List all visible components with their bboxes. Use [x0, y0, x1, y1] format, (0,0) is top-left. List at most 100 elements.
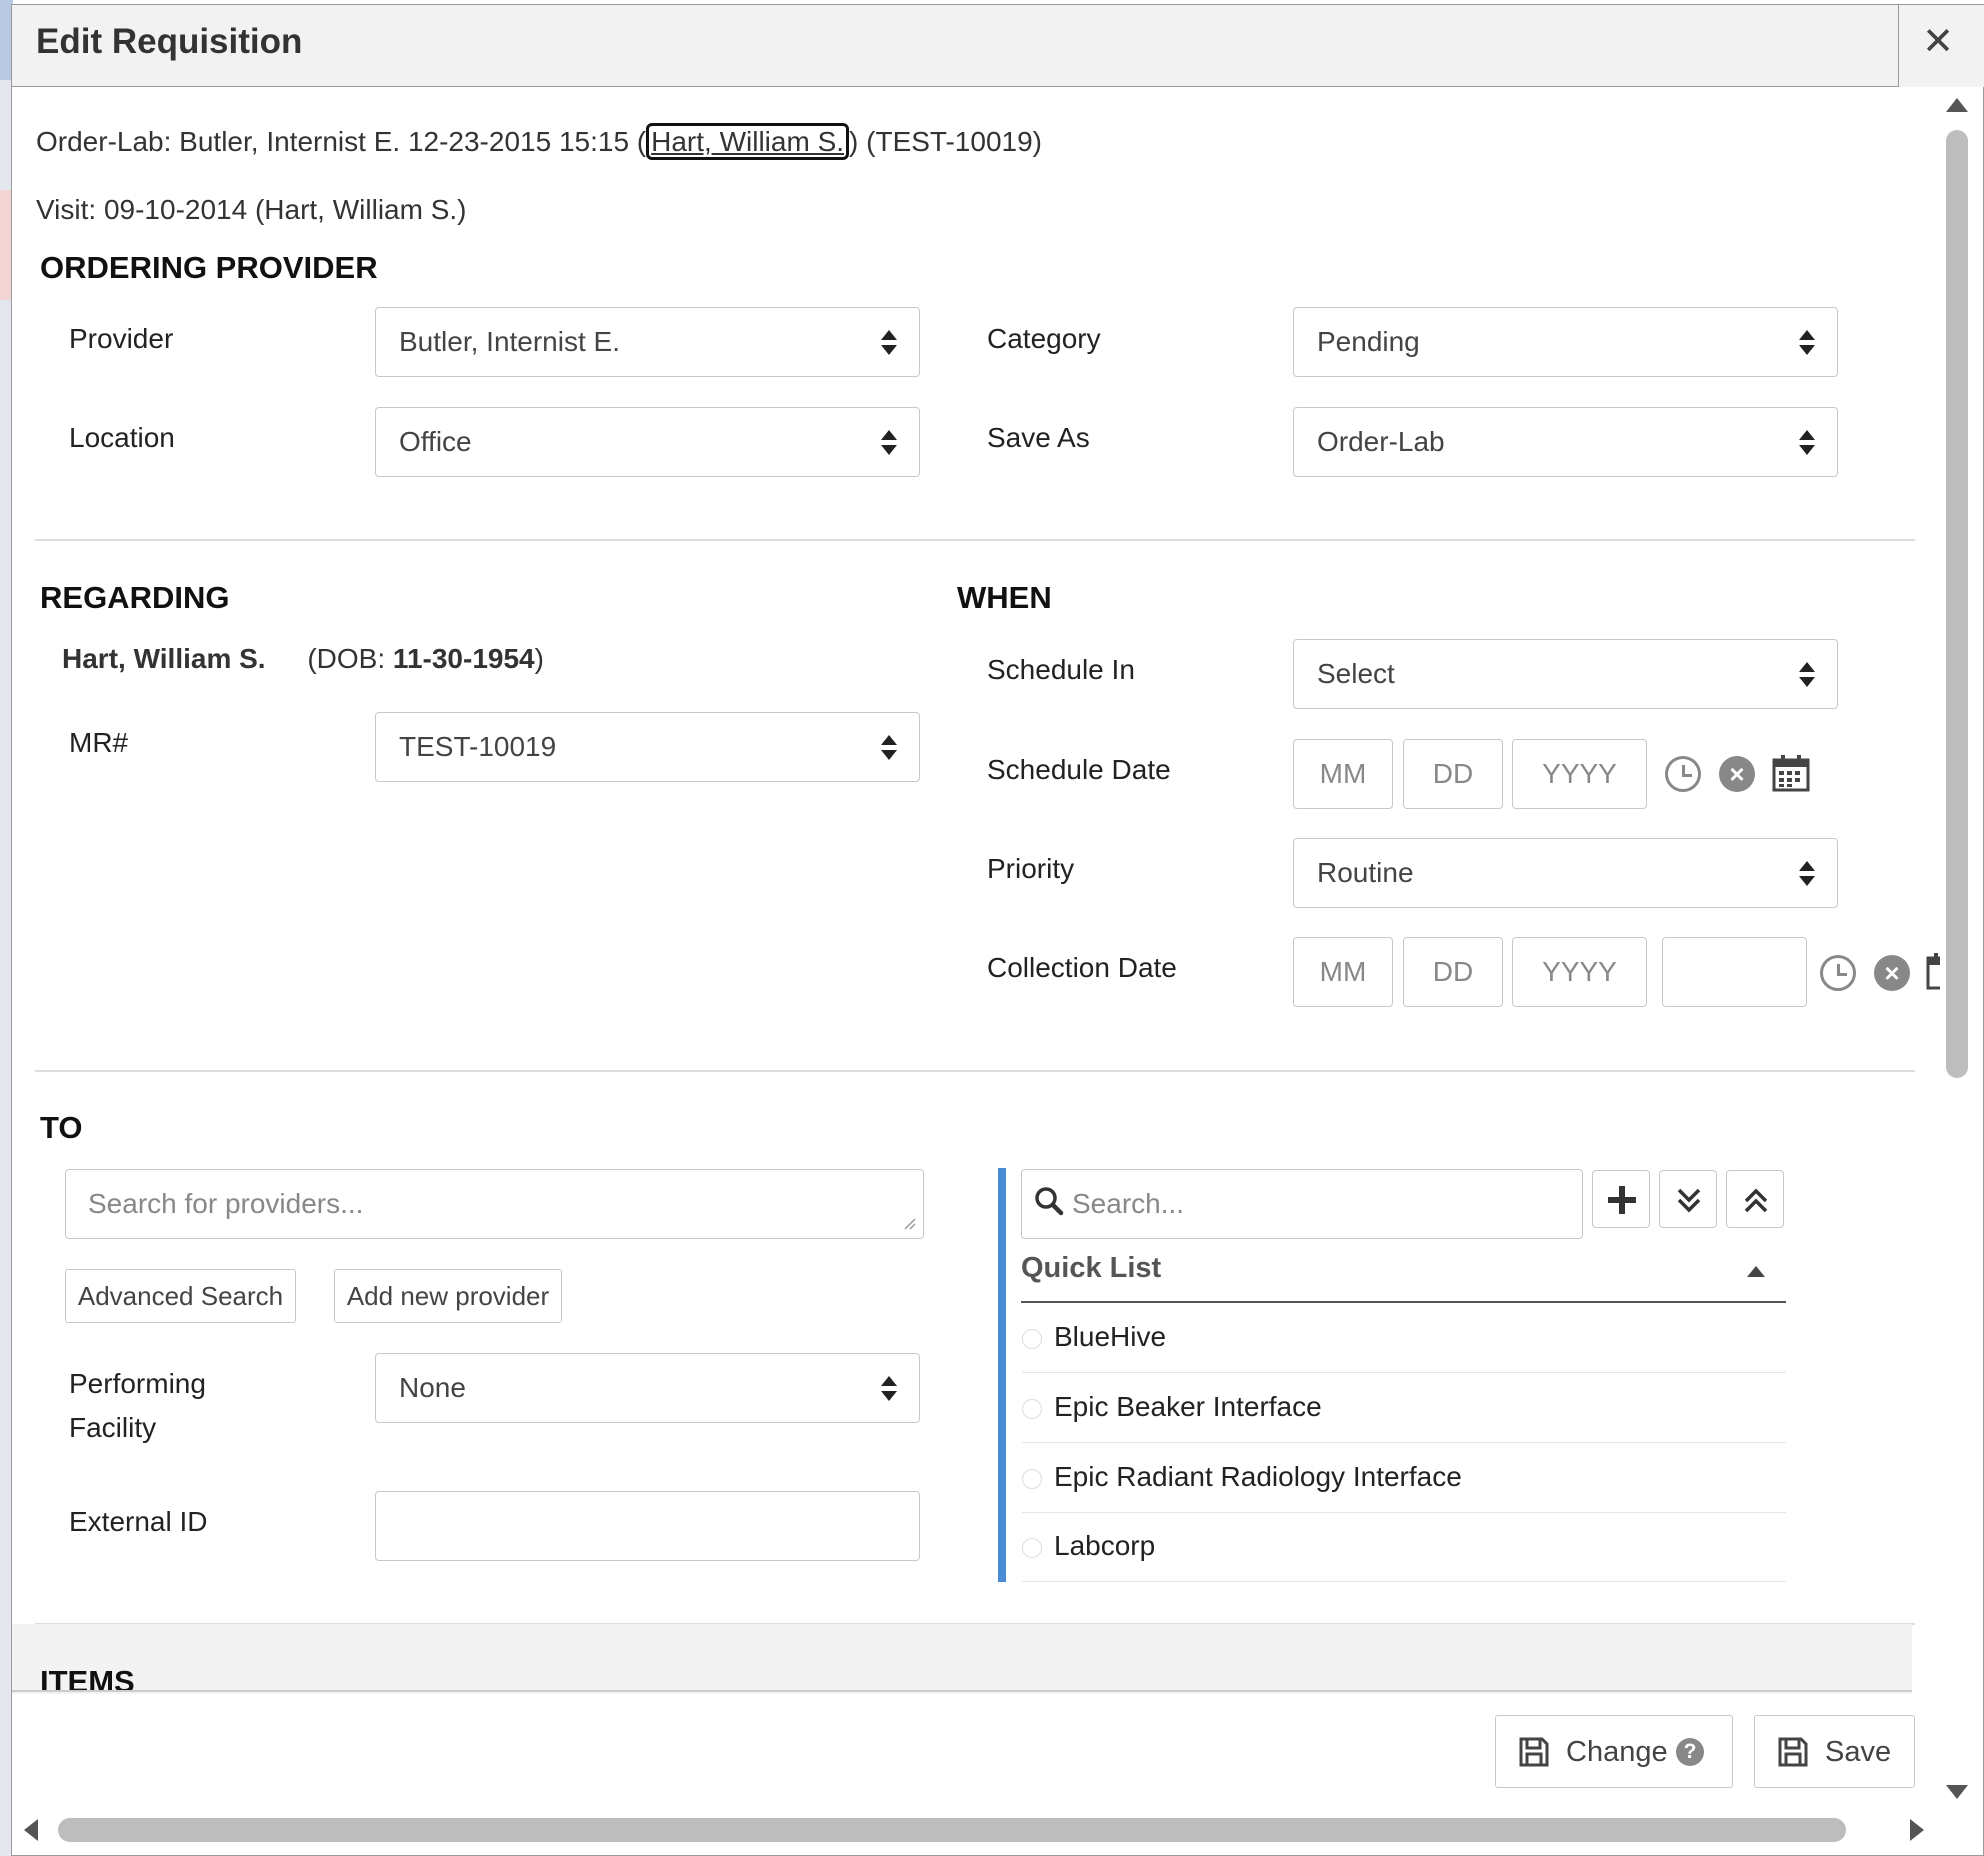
scroll-right-arrow-icon[interactable]	[1910, 1819, 1924, 1841]
dialog-title: Edit Requisition	[36, 22, 303, 61]
clock-icon[interactable]	[1665, 756, 1701, 792]
list-item-label: Labcorp	[1054, 1530, 1156, 1561]
collapse-all-button[interactable]	[1726, 1170, 1784, 1228]
scroll-down-arrow-icon[interactable]	[1946, 1785, 1968, 1799]
visit-line: Visit: 09-10-2014 (Hart, William S.)	[36, 194, 467, 225]
schedule-date-label: Schedule Date	[987, 754, 1171, 785]
collection-date-year-input[interactable]: YYYY	[1512, 937, 1647, 1007]
list-item[interactable]: BlueHive	[1022, 1303, 1786, 1373]
radio-icon[interactable]	[1022, 1538, 1042, 1558]
horizontal-scrollbar-thumb[interactable]	[58, 1818, 1846, 1842]
external-id-input[interactable]	[375, 1491, 920, 1561]
list-item-label: Epic Radiant Radiology Interface	[1054, 1461, 1462, 1492]
scroll-up-arrow-icon[interactable]	[1946, 98, 1968, 112]
location-select-value: Office	[399, 426, 472, 457]
double-chevron-down-icon	[1677, 1188, 1701, 1213]
radio-icon[interactable]	[1022, 1469, 1042, 1489]
advanced-search-button[interactable]: Advanced Search	[65, 1269, 296, 1323]
list-item[interactable]: Labcorp	[1022, 1512, 1786, 1582]
clock-icon[interactable]	[1820, 955, 1856, 991]
floppy-disk-icon	[1519, 1737, 1549, 1767]
to-heading: TO	[40, 1110, 83, 1145]
select-arrows-icon	[1799, 330, 1815, 356]
patient-dob: 11-30-1954	[392, 643, 535, 674]
patient-info: Hart, William S. (DOB: 11-30-1954)	[62, 643, 544, 675]
dob-suffix: )	[534, 643, 544, 674]
section-divider	[35, 539, 1915, 541]
select-arrows-icon	[881, 430, 897, 456]
order-summary-suffix: ) (TEST-10019)	[849, 126, 1042, 157]
schedule-in-label: Schedule In	[987, 654, 1135, 685]
close-icon[interactable]: ✕	[1918, 22, 1958, 62]
collection-time-input[interactable]	[1662, 937, 1807, 1007]
section-divider	[35, 1070, 1915, 1072]
patient-name: Hart, William S.	[62, 643, 266, 674]
collection-date-day-input[interactable]: DD	[1403, 937, 1503, 1007]
list-item-label: Epic Beaker Interface	[1054, 1391, 1322, 1422]
radio-icon[interactable]	[1022, 1329, 1042, 1349]
mr-select-value: TEST-10019	[399, 731, 557, 762]
collection-date-label: Collection Date	[987, 952, 1177, 983]
collapse-caret-icon[interactable]	[1747, 1266, 1765, 1277]
priority-select[interactable]: Routine	[1293, 838, 1838, 908]
search-icon	[1035, 1187, 1064, 1216]
double-chevron-up-icon	[1744, 1188, 1768, 1213]
scroll-left-arrow-icon[interactable]	[24, 1819, 38, 1841]
dob-prefix: (DOB:	[307, 643, 393, 674]
category-select[interactable]: Pending	[1293, 307, 1838, 377]
provider-search-input[interactable]: Search for providers...	[65, 1169, 924, 1239]
save-button[interactable]: Save	[1754, 1715, 1915, 1788]
items-heading: ITEMS	[40, 1664, 135, 1691]
items-heading-clip: ITEMS	[12, 1624, 1912, 1691]
vertical-scrollbar-thumb[interactable]	[1946, 130, 1968, 1078]
change-button[interactable]: Change ?	[1495, 1715, 1733, 1788]
expand-all-button[interactable]	[1659, 1170, 1717, 1228]
clear-icon[interactable]: ×	[1874, 955, 1910, 991]
performing-facility-select[interactable]: None	[375, 1353, 920, 1423]
save-as-label: Save As	[987, 422, 1090, 453]
schedule-in-select[interactable]: Select	[1293, 639, 1838, 709]
select-arrows-icon	[881, 735, 897, 761]
calendar-icon[interactable]	[1926, 952, 1940, 990]
resize-handle-icon[interactable]	[904, 1218, 916, 1230]
quick-list-title: Quick List	[1021, 1252, 1162, 1284]
select-arrows-icon	[1799, 430, 1815, 456]
radio-icon[interactable]	[1022, 1399, 1042, 1419]
help-icon[interactable]: ?	[1676, 1738, 1704, 1766]
when-heading: WHEN	[957, 580, 1052, 615]
clear-icon[interactable]: ×	[1719, 756, 1755, 792]
save-button-label: Save	[1825, 1736, 1892, 1768]
category-select-value: Pending	[1317, 326, 1420, 357]
list-item[interactable]: Epic Beaker Interface	[1022, 1373, 1786, 1443]
list-item[interactable]: Epic Radiant Radiology Interface	[1022, 1443, 1786, 1513]
patient-link[interactable]: Hart, William S.	[646, 123, 850, 160]
select-arrows-icon	[881, 330, 897, 356]
schedule-date-year-input[interactable]: YYYY	[1512, 739, 1647, 809]
performing-facility-label-line1: Performing	[69, 1368, 206, 1399]
calendar-icon[interactable]	[1772, 754, 1810, 792]
location-select[interactable]: Office	[375, 407, 920, 477]
quick-list-search-input[interactable]: Search...	[1021, 1169, 1583, 1239]
dialog-titlebar	[12, 5, 1983, 87]
select-arrows-icon	[881, 1376, 897, 1402]
provider-label: Provider	[69, 323, 174, 354]
floppy-disk-icon	[1778, 1737, 1808, 1767]
provider-select-value: Butler, Internist E.	[399, 326, 620, 357]
priority-label: Priority	[987, 853, 1075, 884]
schedule-date-day-input[interactable]: DD	[1403, 739, 1503, 809]
add-new-provider-button[interactable]: Add new provider	[334, 1269, 562, 1323]
select-arrows-icon	[1799, 662, 1815, 688]
mr-select[interactable]: TEST-10019	[375, 712, 920, 782]
quick-list-accent-bar	[998, 1168, 1006, 1582]
order-summary-prefix: Order-Lab: Butler, Internist E. 12-23-20…	[36, 126, 647, 157]
schedule-date-month-input[interactable]: MM	[1293, 739, 1393, 809]
mr-label: MR#	[69, 727, 129, 758]
list-item-label: BlueHive	[1054, 1321, 1167, 1352]
provider-select[interactable]: Butler, Internist E.	[375, 307, 920, 377]
add-button[interactable]	[1592, 1170, 1650, 1228]
external-id-label: External ID	[69, 1506, 208, 1537]
collection-date-month-input[interactable]: MM	[1293, 937, 1393, 1007]
select-arrows-icon	[1799, 861, 1815, 887]
schedule-in-select-value: Select	[1317, 658, 1395, 689]
save-as-select[interactable]: Order-Lab	[1293, 407, 1838, 477]
